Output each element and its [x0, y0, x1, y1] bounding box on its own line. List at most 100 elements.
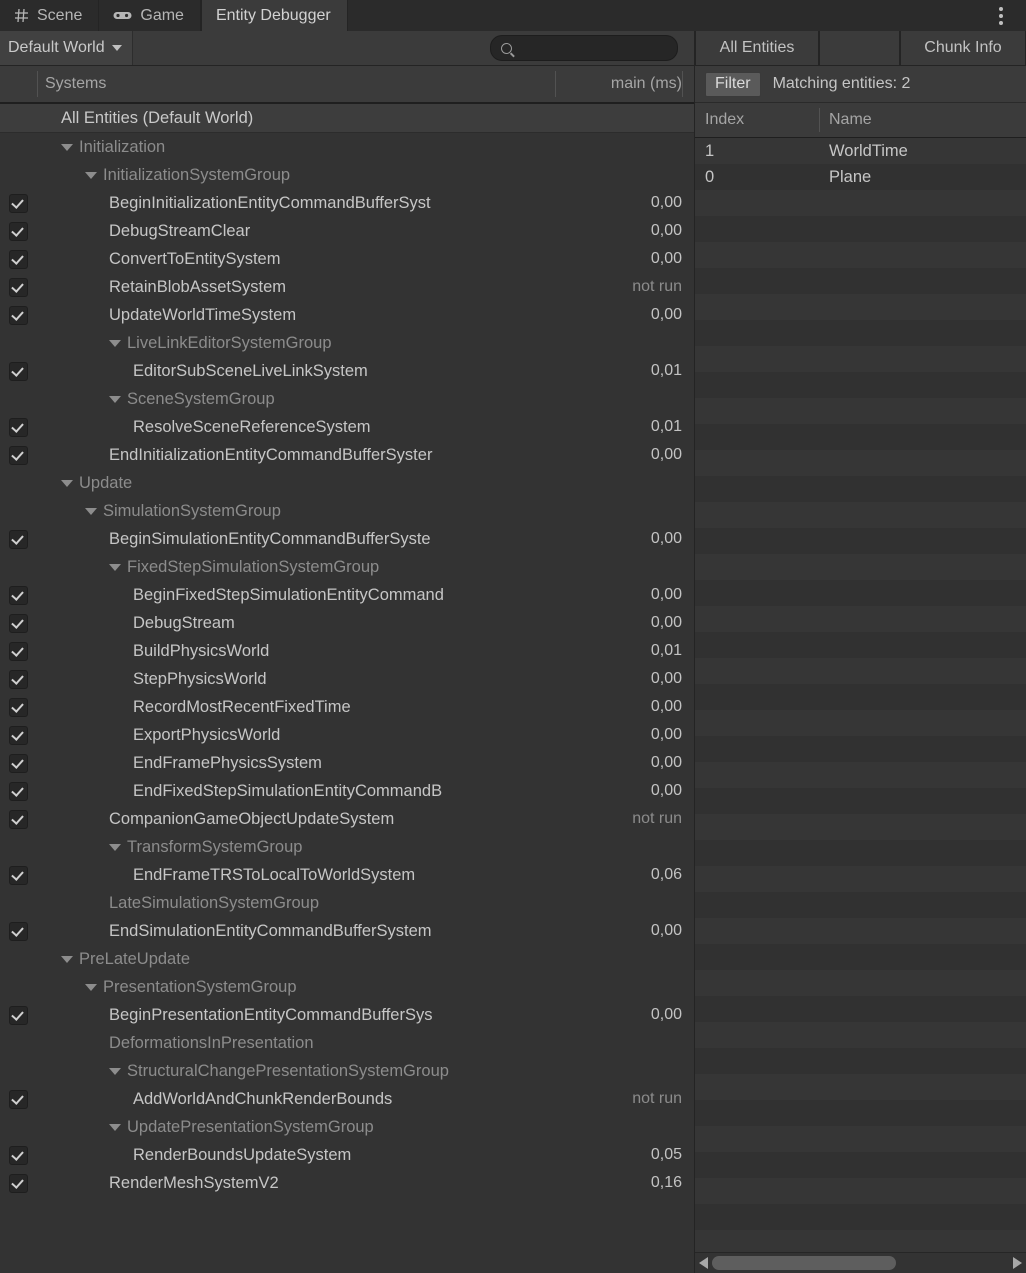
system-row[interactable]: RenderMeshSystemV2 0,16: [0, 1169, 694, 1197]
grid-icon: [14, 8, 29, 23]
kebab-menu-icon[interactable]: [990, 0, 1012, 31]
system-row[interactable]: BeginFixedStepSimulationEntityCommand 0,0…: [0, 581, 694, 609]
system-enabled-checkbox[interactable]: [0, 809, 37, 829]
system-enabled-checkbox[interactable]: [0, 277, 37, 297]
system-enabled-checkbox[interactable]: [0, 641, 37, 661]
world-selector-dropdown[interactable]: Default World: [0, 31, 133, 65]
expand-triangle-icon[interactable]: [109, 339, 121, 347]
system-enabled-checkbox[interactable]: [0, 1089, 37, 1109]
expand-triangle-icon[interactable]: [109, 563, 121, 571]
column-header-main-ms[interactable]: main (ms): [611, 66, 682, 102]
system-enabled-checkbox[interactable]: [0, 669, 37, 689]
tab-chunk-info[interactable]: Chunk Info: [900, 31, 1026, 65]
system-row[interactable]: UpdateWorldTimeSystem 0,00: [0, 301, 694, 329]
system-row[interactable]: Update: [0, 469, 694, 497]
expand-triangle-icon[interactable]: [85, 983, 97, 991]
systems-tree[interactable]: All Entities (Default World) Initializati…: [0, 104, 694, 1273]
system-row[interactable]: StructuralChangePresentationSystemGroup: [0, 1057, 694, 1085]
system-enabled-checkbox[interactable]: [0, 193, 37, 213]
system-row[interactable]: RetainBlobAssetSystem not run: [0, 273, 694, 301]
expand-triangle-icon[interactable]: [61, 955, 73, 963]
system-enabled-checkbox[interactable]: [0, 781, 37, 801]
system-row[interactable]: UpdatePresentationSystemGroup: [0, 1113, 694, 1141]
system-enabled-checkbox[interactable]: [0, 529, 37, 549]
expand-triangle-icon[interactable]: [61, 143, 73, 151]
system-enabled-checkbox[interactable]: [0, 445, 37, 465]
system-row[interactable]: ResolveSceneReferenceSystem 0,01: [0, 413, 694, 441]
system-row[interactable]: TransformSystemGroup: [0, 833, 694, 861]
expand-triangle-icon[interactable]: [85, 507, 97, 515]
system-row[interactable]: PreLateUpdate: [0, 945, 694, 973]
system-enabled-checkbox[interactable]: [0, 1005, 37, 1025]
system-row[interactable]: PresentationSystemGroup: [0, 973, 694, 1001]
system-row[interactable]: DebugStreamClear 0,00: [0, 217, 694, 245]
expand-triangle-icon[interactable]: [109, 1067, 121, 1075]
system-enabled-checkbox[interactable]: [0, 697, 37, 717]
search-input[interactable]: [490, 35, 678, 61]
system-row[interactable]: BeginSimulationEntityCommandBufferSyste 0…: [0, 525, 694, 553]
system-row[interactable]: EndInitializationEntityCommandBufferSyst…: [0, 441, 694, 469]
arrow-right-icon[interactable]: [1013, 1257, 1022, 1269]
entity-row[interactable]: 1 WorldTime: [695, 138, 1026, 164]
expand-triangle-icon[interactable]: [109, 843, 121, 851]
tab-game[interactable]: Game: [99, 0, 201, 31]
expand-triangle-icon[interactable]: [85, 171, 97, 179]
system-enabled-checkbox[interactable]: [0, 865, 37, 885]
arrow-left-icon[interactable]: [699, 1257, 708, 1269]
system-row[interactable]: EditorSubSceneLiveLinkSystem 0,01: [0, 357, 694, 385]
tab-middle-empty[interactable]: [819, 31, 900, 65]
entity-row[interactable]: 0 Plane: [695, 164, 1026, 190]
entities-list[interactable]: 1 WorldTime 0 Plane: [695, 138, 1026, 1252]
scrollbar-track[interactable]: [712, 1256, 1009, 1270]
column-header-systems[interactable]: Systems: [45, 66, 106, 102]
tab-entity-debugger[interactable]: Entity Debugger: [200, 0, 348, 31]
system-enabled-checkbox[interactable]: [0, 1173, 37, 1193]
system-row[interactable]: BeginPresentationEntityCommandBufferSys 0…: [0, 1001, 694, 1029]
system-row[interactable]: DeformationsInPresentation: [0, 1029, 694, 1057]
system-row[interactable]: EndFixedStepSimulationEntityCommandB 0,00: [0, 777, 694, 805]
system-row[interactable]: LateSimulationSystemGroup: [0, 889, 694, 917]
system-row[interactable]: CompanionGameObjectUpdateSystem not run: [0, 805, 694, 833]
system-row[interactable]: LiveLinkEditorSystemGroup: [0, 329, 694, 357]
system-row[interactable]: BeginInitializationEntityCommandBufferSy…: [0, 189, 694, 217]
tab-scene[interactable]: Scene: [0, 0, 100, 31]
horizontal-scrollbar[interactable]: [695, 1252, 1026, 1273]
expand-triangle-icon[interactable]: [109, 1123, 121, 1131]
system-enabled-checkbox[interactable]: [0, 305, 37, 325]
system-enabled-checkbox[interactable]: [0, 585, 37, 605]
system-row[interactable]: Initialization: [0, 133, 694, 161]
system-row[interactable]: BuildPhysicsWorld 0,01: [0, 637, 694, 665]
system-row[interactable]: All Entities (Default World): [0, 104, 694, 133]
system-row[interactable]: AddWorldAndChunkRenderBounds not run: [0, 1085, 694, 1113]
system-enabled-checkbox[interactable]: [0, 361, 37, 381]
system-enabled-checkbox[interactable]: [0, 249, 37, 269]
scrollbar-thumb[interactable]: [712, 1256, 897, 1270]
system-enabled-checkbox[interactable]: [0, 221, 37, 241]
system-enabled-checkbox[interactable]: [0, 1145, 37, 1165]
system-enabled-checkbox[interactable]: [0, 753, 37, 773]
system-enabled-checkbox[interactable]: [0, 725, 37, 745]
filter-button[interactable]: Filter: [705, 71, 761, 97]
expand-triangle-icon[interactable]: [61, 479, 73, 487]
column-header-name[interactable]: Name: [829, 103, 872, 137]
expand-triangle-icon[interactable]: [109, 395, 121, 403]
system-row[interactable]: RecordMostRecentFixedTime 0,00: [0, 693, 694, 721]
system-row[interactable]: EndFrameTRSToLocalToWorldSystem 0,06: [0, 861, 694, 889]
system-row[interactable]: StepPhysicsWorld 0,00: [0, 665, 694, 693]
system-enabled-checkbox[interactable]: [0, 921, 37, 941]
column-header-index[interactable]: Index: [705, 103, 744, 137]
system-name: Update: [79, 473, 133, 492]
system-row[interactable]: DebugStream 0,00: [0, 609, 694, 637]
system-row[interactable]: FixedStepSimulationSystemGroup: [0, 553, 694, 581]
tab-all-entities[interactable]: All Entities: [695, 31, 819, 65]
system-enabled-checkbox[interactable]: [0, 613, 37, 633]
system-row[interactable]: RenderBoundsUpdateSystem 0,05: [0, 1141, 694, 1169]
system-row[interactable]: ExportPhysicsWorld 0,00: [0, 721, 694, 749]
system-row[interactable]: SimulationSystemGroup: [0, 497, 694, 525]
system-row[interactable]: EndFramePhysicsSystem 0,00: [0, 749, 694, 777]
system-row[interactable]: EndSimulationEntityCommandBufferSystem 0,…: [0, 917, 694, 945]
system-row[interactable]: SceneSystemGroup: [0, 385, 694, 413]
system-row[interactable]: InitializationSystemGroup: [0, 161, 694, 189]
system-enabled-checkbox[interactable]: [0, 417, 37, 437]
system-row[interactable]: ConvertToEntitySystem 0,00: [0, 245, 694, 273]
